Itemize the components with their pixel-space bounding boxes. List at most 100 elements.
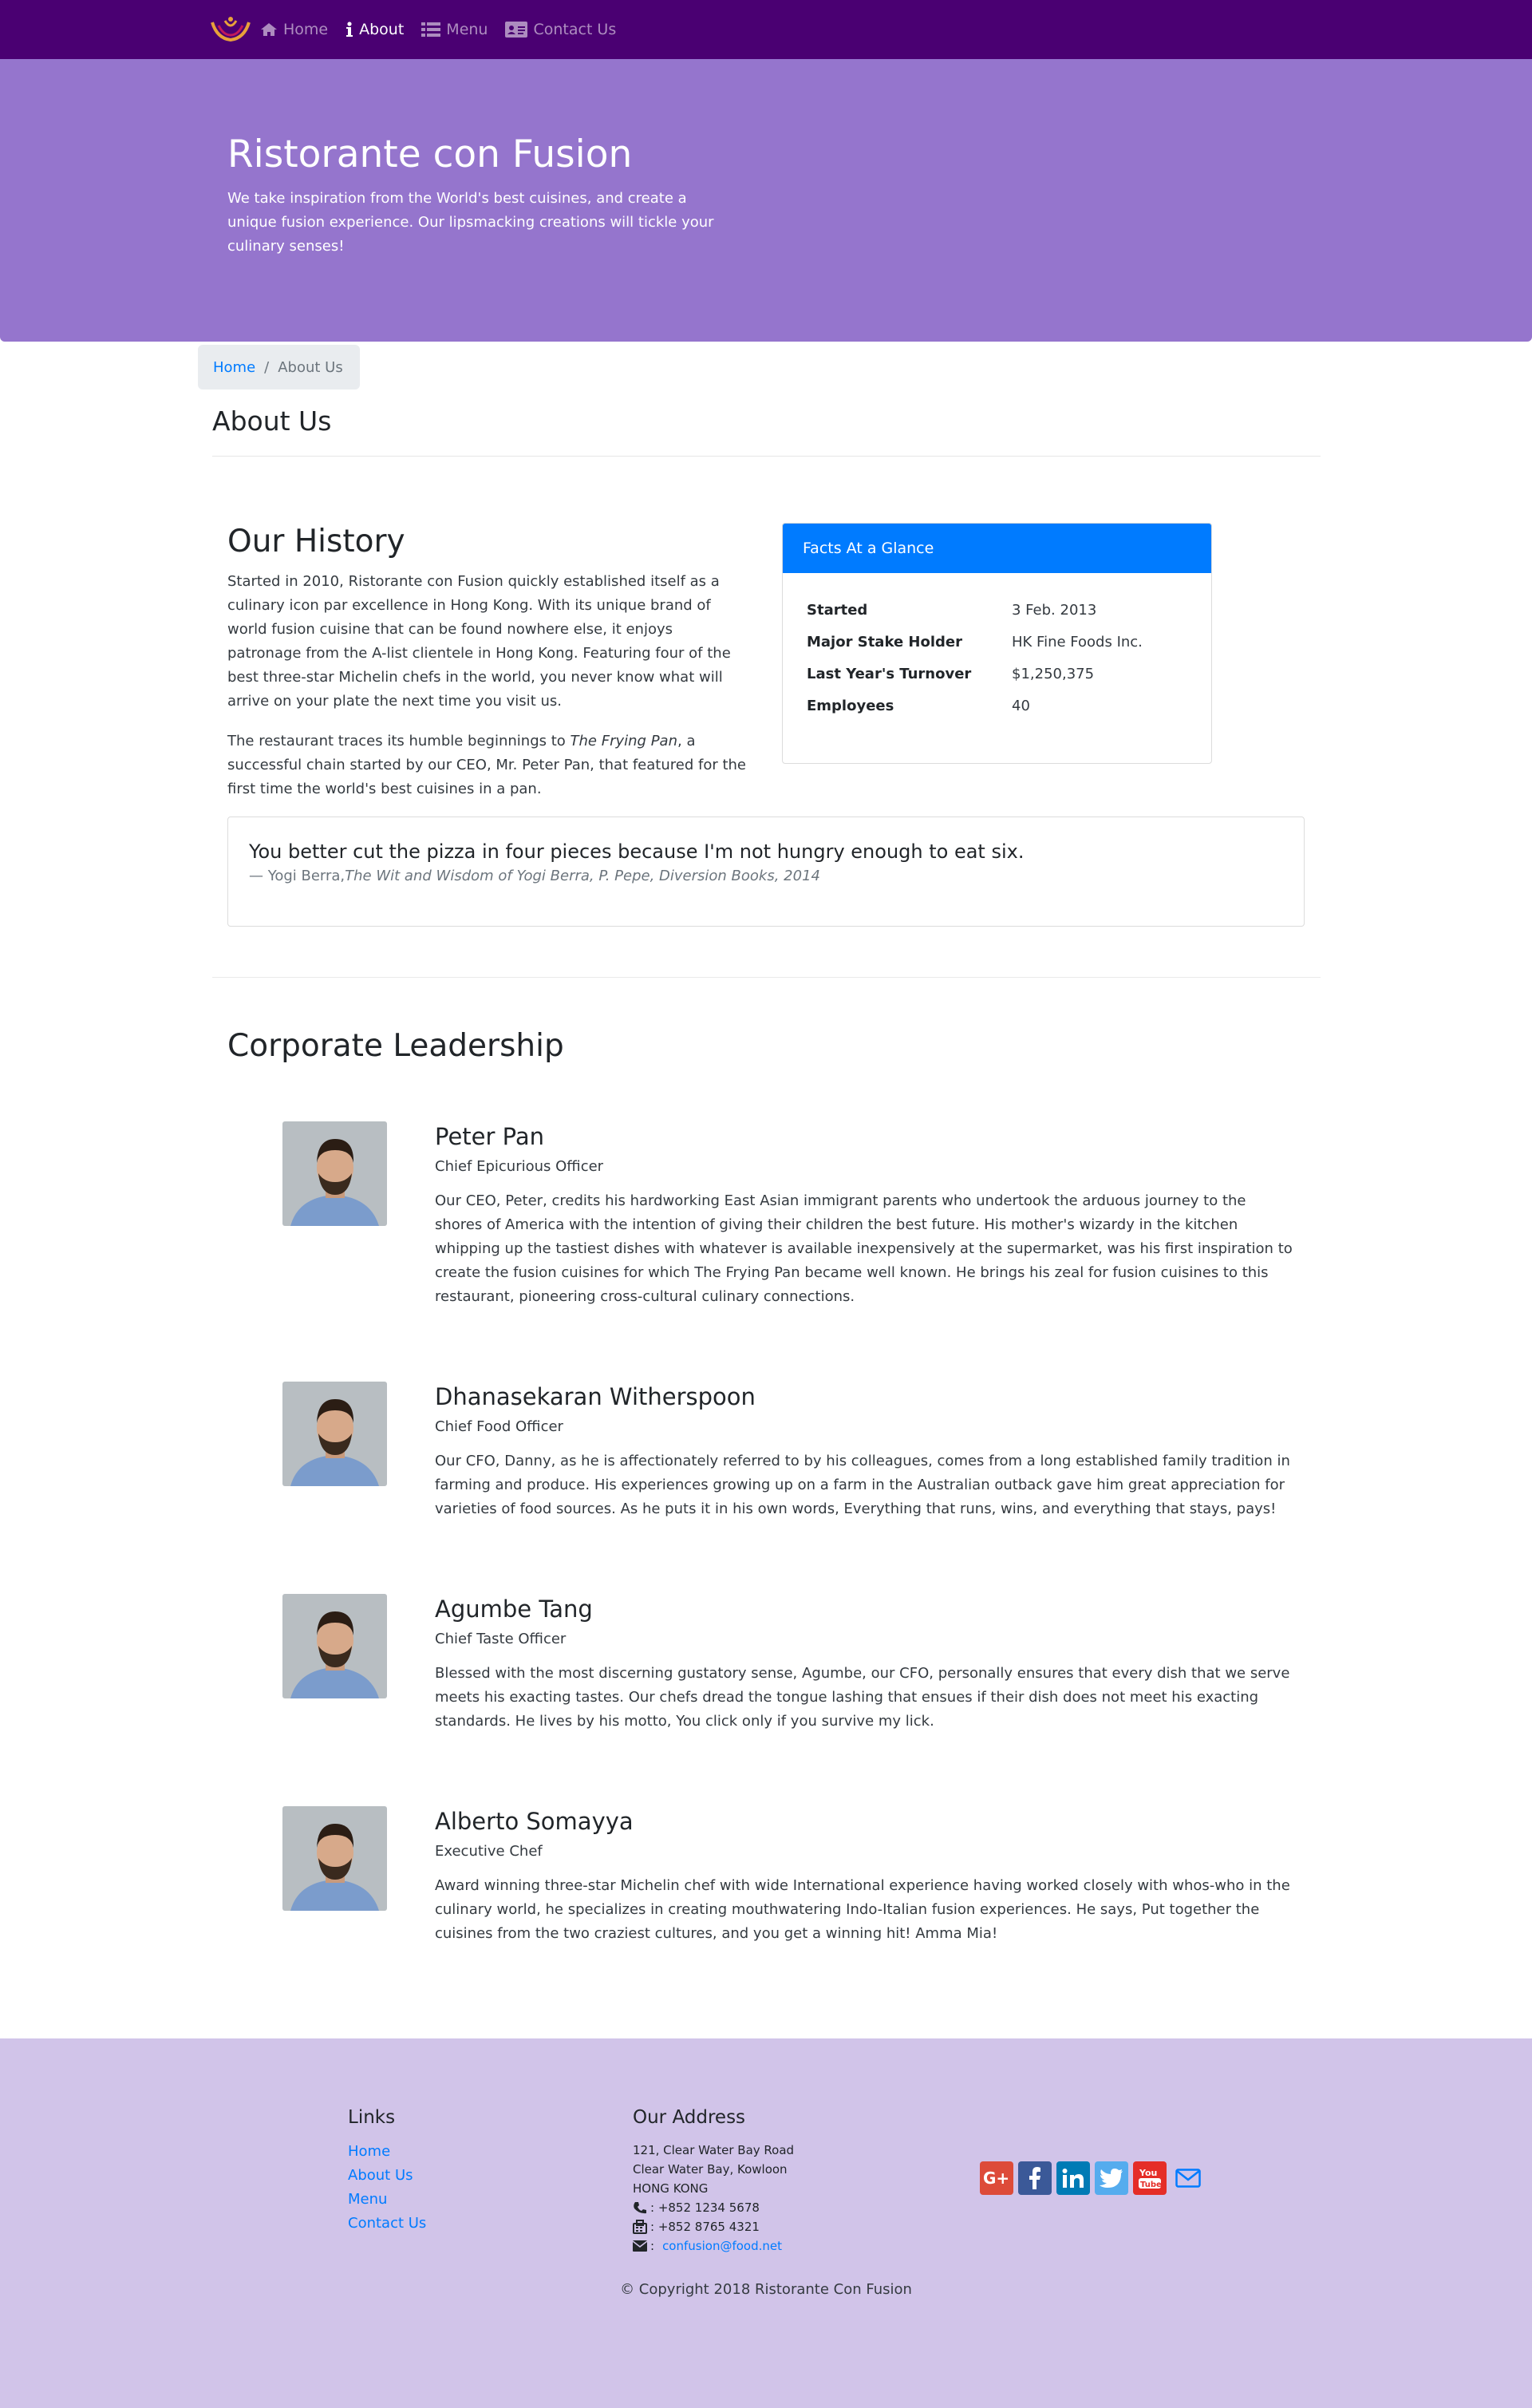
footer-links-title: Links bbox=[348, 2107, 396, 2128]
fact-row: Last Year's Turnover $1,250,375 bbox=[807, 658, 1187, 690]
leader-name: Alberto Somayya bbox=[435, 1808, 634, 1835]
address-card-icon bbox=[505, 22, 528, 38]
leader-name: Dhanasekaran Witherspoon bbox=[435, 1383, 756, 1410]
fax-row: : +852 8765 4321 bbox=[633, 2217, 794, 2236]
quote-cite: The Wit and Wisdom of Yogi Berra, P. Pep… bbox=[345, 868, 820, 884]
fact-value: $1,250,375 bbox=[1012, 665, 1095, 682]
address-line: 121, Clear Water Bay Road bbox=[633, 2143, 795, 2157]
phone-icon bbox=[634, 2202, 646, 2214]
breadcrumb-home-link[interactable]: Home bbox=[213, 359, 255, 376]
quote-text: You better cut the pizza in four pieces … bbox=[249, 840, 1025, 863]
fact-label: Last Year's Turnover bbox=[807, 665, 972, 682]
home-icon bbox=[261, 23, 277, 36]
leader-description: Our CFO, Danny, as he is affectionately … bbox=[435, 1453, 1290, 1517]
footer-address: 121, Clear Water Bay Road Clear Water Ba… bbox=[633, 2141, 794, 2256]
envelope-icon[interactable] bbox=[1171, 2161, 1205, 2195]
leadership-title: Corporate Leadership bbox=[227, 1028, 564, 1064]
breadcrumb-separator: / bbox=[264, 358, 270, 376]
footer-address-title: Our Address bbox=[633, 2107, 746, 2128]
fact-label: Major Stake Holder bbox=[807, 633, 962, 650]
leader-description: Award winning three-star Michelin chef w… bbox=[435, 1877, 1290, 1942]
email-row: : confusion@food.net bbox=[633, 2236, 794, 2256]
leader-photo bbox=[282, 1382, 387, 1486]
twitter-icon[interactable] bbox=[1095, 2161, 1128, 2195]
footer-link-home[interactable]: Home bbox=[348, 2140, 426, 2164]
leader-info: Alberto Somayya Executive Chef Award win… bbox=[435, 1806, 1297, 1946]
social-links: G+ You Tube bbox=[980, 2161, 1210, 2195]
footer-link-menu[interactable]: Menu bbox=[348, 2188, 426, 2212]
fax-number: : +852 8765 4321 bbox=[650, 2220, 760, 2234]
nav-menu-label: Menu bbox=[446, 21, 488, 38]
fax-icon bbox=[633, 2220, 647, 2234]
phone-number: : +852 1234 5678 bbox=[650, 2200, 760, 2215]
facts-card-body: Started 3 Feb. 2013 Major Stake Holder H… bbox=[783, 573, 1211, 722]
footer: Links Home About Us Menu Contact Us Our … bbox=[0, 2038, 1532, 2408]
leader-info: Dhanasekaran Witherspoon Chief Food Offi… bbox=[435, 1382, 1297, 1521]
leader-role: Chief Food Officer bbox=[435, 1418, 563, 1435]
breadcrumb: Home / About Us bbox=[198, 345, 360, 389]
email-prefix: : bbox=[650, 2239, 655, 2253]
nav-about[interactable]: About bbox=[345, 21, 404, 38]
facebook-icon[interactable] bbox=[1018, 2161, 1052, 2195]
footer-link-contact[interactable]: Contact Us bbox=[348, 2212, 426, 2236]
address-line: HONG KONG bbox=[633, 2181, 709, 2196]
page-title: About Us bbox=[212, 405, 332, 437]
list-icon bbox=[421, 22, 441, 37]
fact-value: 40 bbox=[1012, 697, 1030, 714]
fact-row: Started 3 Feb. 2013 bbox=[807, 594, 1187, 626]
history-paragraph-1: Started in 2010, Ristorante con Fusion q… bbox=[227, 573, 731, 710]
divider bbox=[212, 977, 1321, 978]
fact-label: Started bbox=[807, 601, 868, 619]
copyright: © Copyright 2018 Ristorante Con Fusion bbox=[620, 2281, 912, 2298]
envelope-icon bbox=[633, 2240, 647, 2252]
info-icon bbox=[346, 22, 353, 37]
leader-photo bbox=[282, 1121, 387, 1226]
nav-contact[interactable]: Contact Us bbox=[505, 21, 616, 38]
jumbotron-title: Ristorante con Fusion bbox=[227, 132, 633, 176]
jumbotron-text: We take inspiration from the World's bes… bbox=[227, 190, 714, 255]
history-p2-start: The restaurant traces its humble beginni… bbox=[227, 733, 571, 749]
leader-name: Agumbe Tang bbox=[435, 1595, 593, 1623]
fact-row: Employees 40 bbox=[807, 690, 1187, 722]
leader-role: Executive Chef bbox=[435, 1843, 543, 1860]
nav-menu[interactable]: Menu bbox=[421, 21, 488, 38]
history-paragraph-2: The restaurant traces its humble beginni… bbox=[227, 730, 750, 801]
leader-description: Our CEO, Peter, credits his hardworking … bbox=[435, 1192, 1293, 1305]
divider bbox=[212, 456, 1321, 457]
phone-row: : +852 1234 5678 bbox=[633, 2198, 794, 2217]
fact-value: 3 Feb. 2013 bbox=[1012, 601, 1097, 619]
history-title: Our History bbox=[227, 524, 405, 559]
nav-home[interactable]: Home bbox=[260, 21, 328, 38]
fact-label: Employees bbox=[807, 697, 894, 714]
leader-photo bbox=[282, 1594, 387, 1698]
breadcrumb-current: About Us bbox=[278, 358, 343, 376]
facts-card: Facts At a Glance Started 3 Feb. 2013 Ma… bbox=[782, 523, 1212, 764]
leader-info: Peter Pan Chief Epicurious Officer Our C… bbox=[435, 1121, 1297, 1309]
navbar: Home About Menu Contact Us bbox=[0, 0, 1532, 59]
fact-row: Major Stake Holder HK Fine Foods Inc. bbox=[807, 626, 1187, 658]
history-p2-emphasis: The Frying Pan bbox=[570, 733, 677, 749]
logo[interactable] bbox=[209, 14, 252, 45]
leader-info: Agumbe Tang Chief Taste Officer Blessed … bbox=[435, 1594, 1297, 1734]
facts-card-header: Facts At a Glance bbox=[783, 524, 1211, 573]
nav-home-label: Home bbox=[283, 21, 329, 38]
email-link[interactable]: confusion@food.net bbox=[662, 2236, 782, 2256]
youtube-icon[interactable]: You Tube bbox=[1133, 2161, 1167, 2195]
quote-card: You better cut the pizza in four pieces … bbox=[227, 817, 1305, 927]
quote-author: — Yogi Berra, bbox=[249, 868, 345, 884]
nav-about-label: About bbox=[359, 21, 405, 38]
footer-link-about[interactable]: About Us bbox=[348, 2164, 426, 2188]
nav-contact-label: Contact Us bbox=[533, 21, 617, 38]
jumbotron: Ristorante con Fusion We take inspiratio… bbox=[0, 59, 1532, 342]
svg-text:Tube: Tube bbox=[1140, 2181, 1162, 2189]
leader-role: Chief Epicurious Officer bbox=[435, 1158, 604, 1175]
leader-photo bbox=[282, 1806, 387, 1911]
leader-description: Blessed with the most discerning gustato… bbox=[435, 1665, 1290, 1730]
google-plus-icon[interactable]: G+ bbox=[980, 2161, 1013, 2195]
linkedin-icon[interactable] bbox=[1056, 2161, 1090, 2195]
address-line: Clear Water Bay, Kowloon bbox=[633, 2162, 788, 2177]
leader-role: Chief Taste Officer bbox=[435, 1631, 567, 1647]
fact-value: HK Fine Foods Inc. bbox=[1012, 633, 1143, 650]
quote-footer: — Yogi Berra,The Wit and Wisdom of Yogi … bbox=[249, 868, 1283, 884]
footer-links: Home About Us Menu Contact Us bbox=[348, 2140, 426, 2236]
